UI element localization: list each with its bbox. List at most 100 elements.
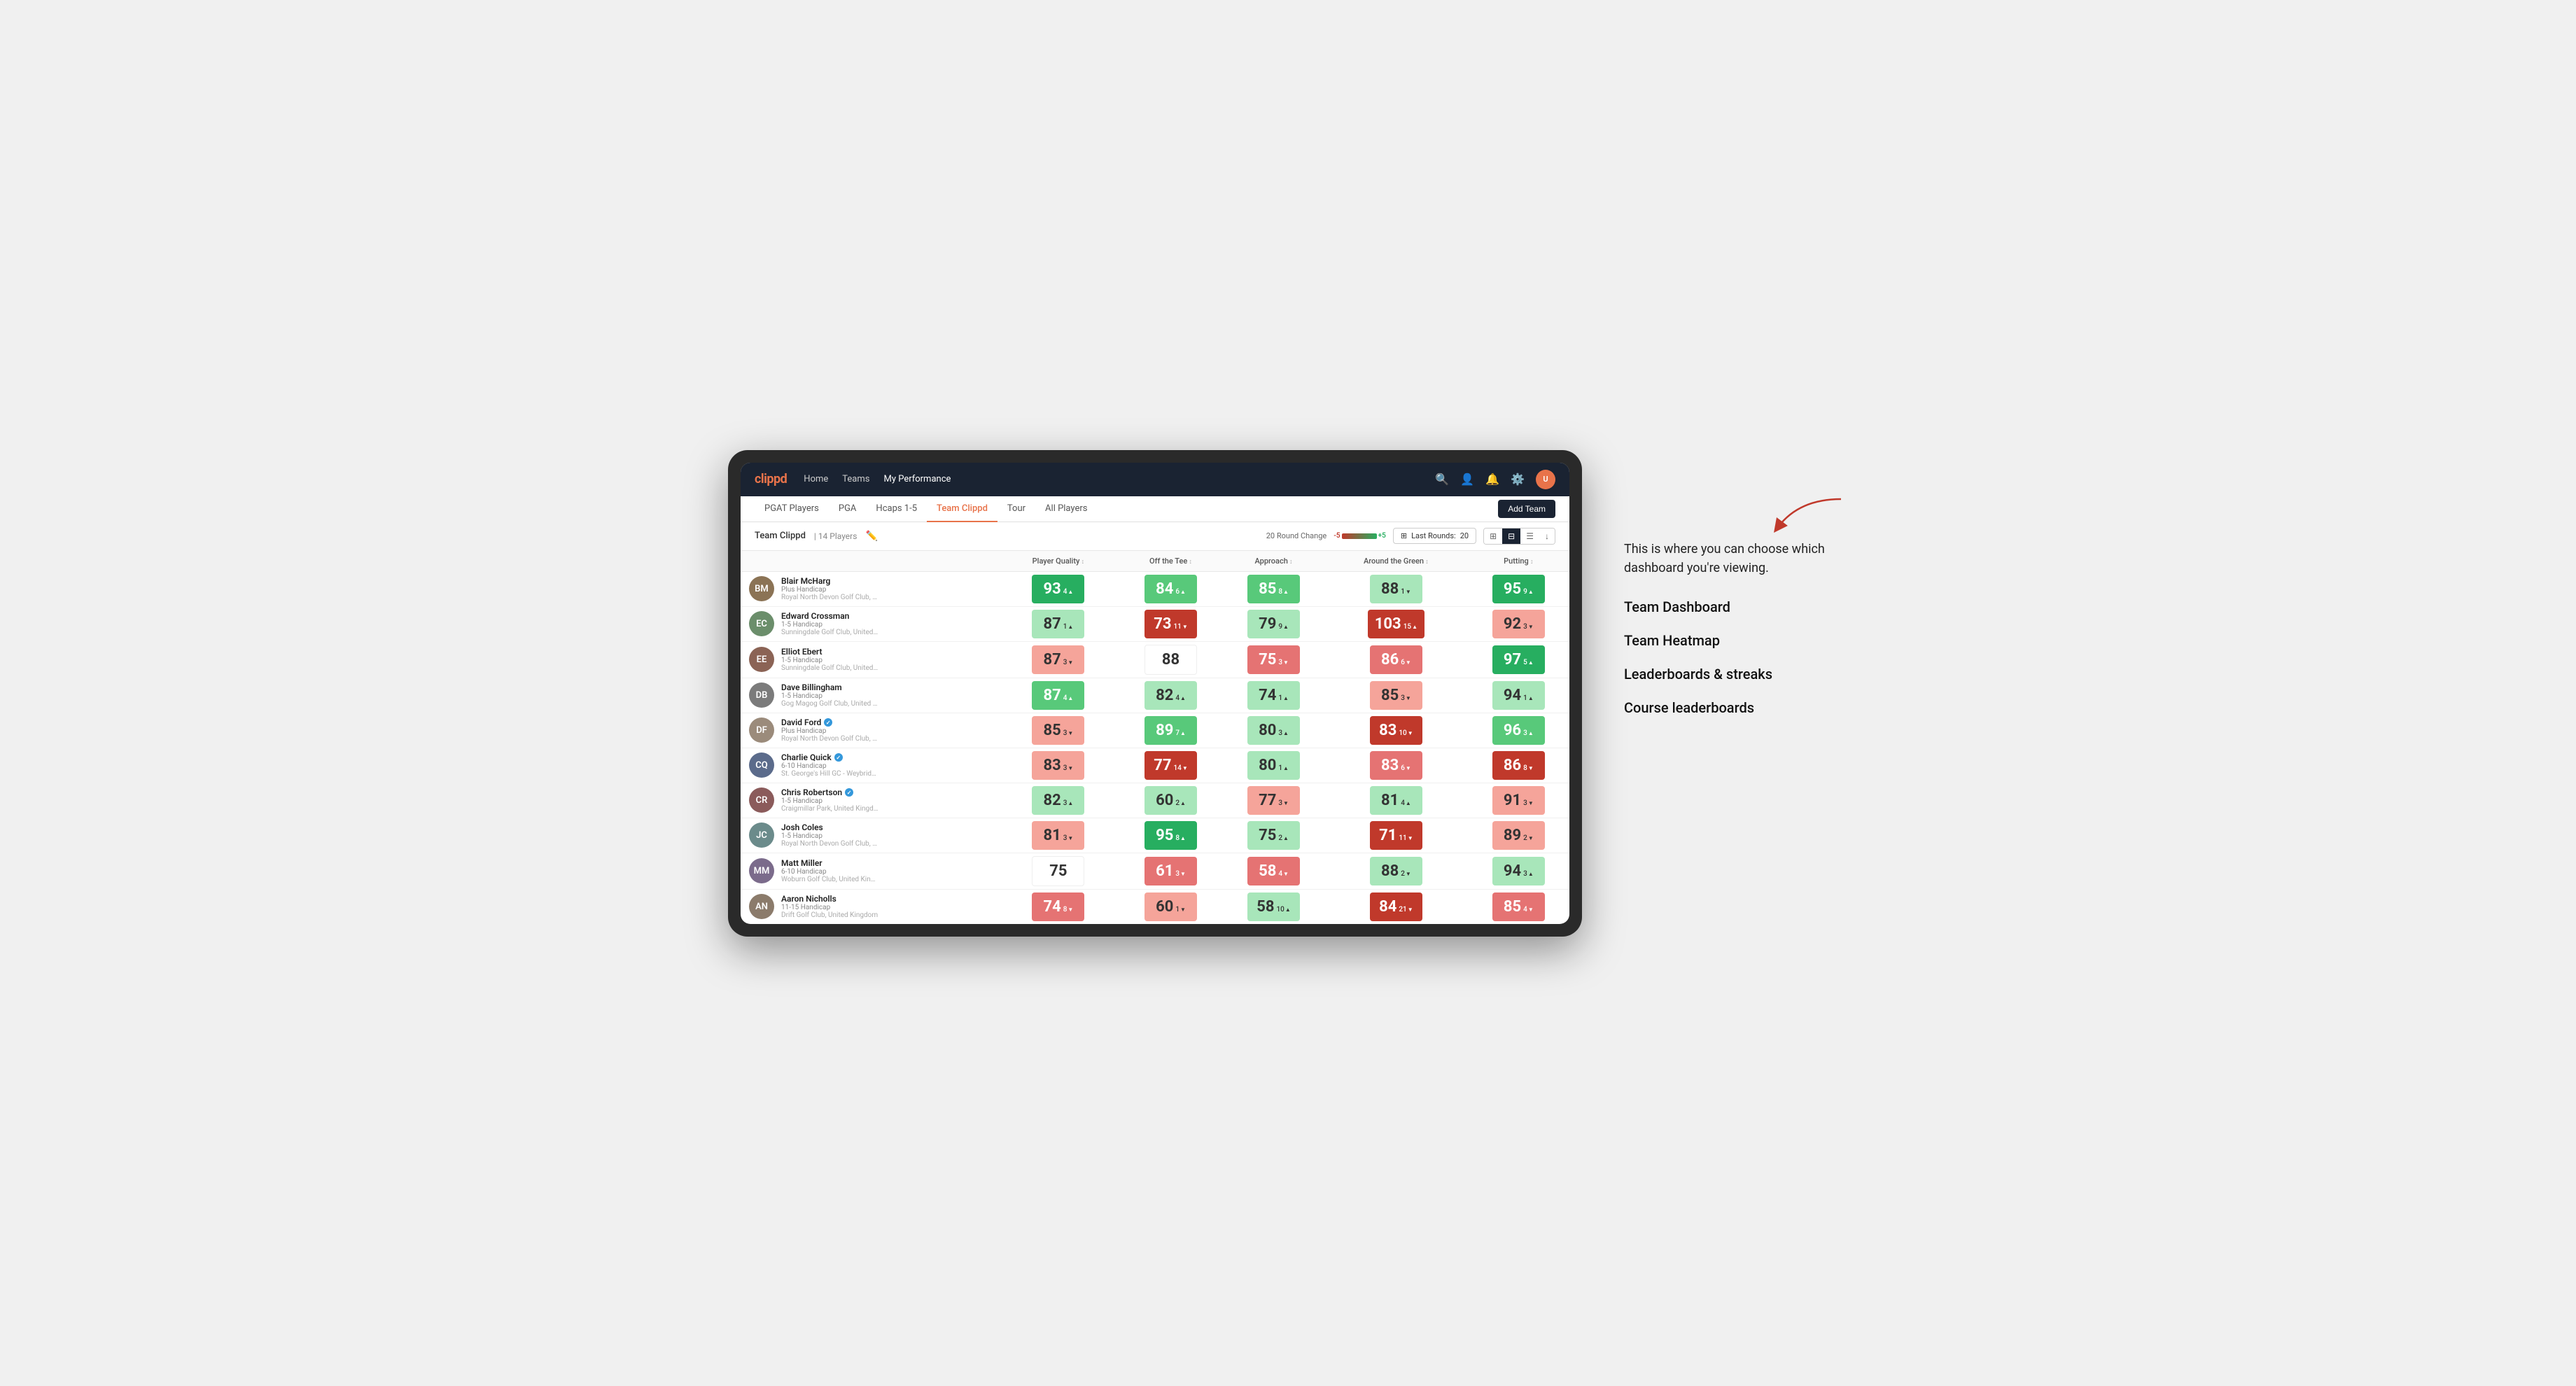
score-cell: 858 <box>1223 571 1324 606</box>
settings-icon[interactable]: ⚙️ <box>1511 472 1525 486</box>
col-header-approach[interactable]: Approach <box>1223 551 1324 572</box>
score-main-value: 80 <box>1259 722 1276 739</box>
table-row: MMMatt Miller6-10 HandicapWoburn Golf Cl… <box>741 853 1569 889</box>
score-main-value: 58 <box>1259 862 1276 880</box>
score-box: 975 <box>1492 645 1545 674</box>
table-row: EEElliot Ebert1-5 HandicapSunningdale Go… <box>741 641 1569 678</box>
arrow-down-icon <box>1283 659 1289 666</box>
sub-nav-hcaps[interactable]: Hcaps 1-5 <box>866 496 927 522</box>
score-main-value: 86 <box>1381 651 1399 668</box>
player-cell[interactable]: DFDavid Ford✓Plus HandicapRoyal North De… <box>741 713 998 748</box>
table-row: DBDave Billingham1-5 HandicapGog Magog G… <box>741 678 1569 713</box>
player-cell[interactable]: EEElliot Ebert1-5 HandicapSunningdale Go… <box>741 641 998 678</box>
score-box: 613 <box>1144 857 1197 886</box>
sub-nav-pga[interactable]: PGA <box>829 496 867 522</box>
add-team-button[interactable]: Add Team <box>1498 500 1555 518</box>
view-btn-grid[interactable]: ⊞ <box>1484 528 1502 544</box>
player-cell[interactable]: JCJosh Coles1-5 HandicapRoyal North Devo… <box>741 818 998 853</box>
score-box: 958 <box>1144 821 1197 850</box>
score-cell: 748 <box>998 889 1119 924</box>
score-box: 803 <box>1247 716 1300 745</box>
view-btn-download[interactable]: ↓ <box>1539 528 1555 544</box>
player-cell[interactable]: MMMatt Miller6-10 HandicapWoburn Golf Cl… <box>741 853 998 889</box>
score-change: 4 <box>1175 694 1186 702</box>
score-box: 752 <box>1247 821 1300 850</box>
arrow-up-icon <box>1285 906 1291 913</box>
arrow-down-icon <box>1068 834 1073 842</box>
team-name: Team Clippd <box>755 531 806 541</box>
score-change: 8 <box>1523 764 1534 772</box>
score-box: 584 <box>1247 857 1300 886</box>
nav-logo[interactable]: clippd <box>755 472 787 486</box>
sub-nav-team-clippd[interactable]: Team Clippd <box>927 496 997 522</box>
player-cell[interactable]: ECEdward Crossman1-5 HandicapSunningdale… <box>741 606 998 641</box>
player-cell[interactable]: DBDave Billingham1-5 HandicapGog Magog G… <box>741 678 998 713</box>
annotation-panel: This is where you can choose which dashb… <box>1624 450 1848 733</box>
score-cell: 823 <box>998 783 1119 818</box>
bell-icon[interactable]: 🔔 <box>1485 472 1499 486</box>
col-header-putting[interactable]: Putting <box>1468 551 1569 572</box>
annotation-item-course: Course leaderboards <box>1624 699 1848 716</box>
sub-nav-pgat[interactable]: PGAT Players <box>755 496 829 522</box>
score-main-value: 58 <box>1256 898 1274 916</box>
nav-item-teams[interactable]: Teams <box>842 471 869 487</box>
verified-icon: ✓ <box>824 718 832 727</box>
person-icon[interactable]: 👤 <box>1460 472 1474 486</box>
score-main-value: 77 <box>1154 757 1171 774</box>
score-box: 773 <box>1247 786 1300 815</box>
sub-nav-tour[interactable]: Tour <box>997 496 1035 522</box>
avatar[interactable]: U <box>1536 470 1555 489</box>
arrow-up-icon <box>1068 799 1073 807</box>
player-cell[interactable]: CRChris Robertson✓1-5 HandicapCraigmilla… <box>741 783 998 818</box>
last-rounds-button[interactable]: ⊞ Last Rounds: 20 <box>1393 528 1476 544</box>
arrow-up-icon <box>1180 588 1186 596</box>
col-header-player-quality[interactable]: Player Quality <box>998 551 1119 572</box>
team-header: Team Clippd | 14 Players ✏️ 20 Round Cha… <box>741 522 1569 551</box>
search-icon[interactable]: 🔍 <box>1435 472 1449 486</box>
player-club: Royal North Devon Golf Club, United King… <box>781 735 879 743</box>
score-change: 1 <box>1523 694 1534 702</box>
score-cell: 8421 <box>1324 889 1467 924</box>
table-row: DFDavid Ford✓Plus HandicapRoyal North De… <box>741 713 1569 748</box>
score-cell: 7311 <box>1119 606 1223 641</box>
player-handicap: 1-5 Handicap <box>781 832 990 840</box>
score-change: 3 <box>1401 694 1411 702</box>
player-name: Elliot Ebert <box>781 647 990 657</box>
nav-item-performance[interactable]: My Performance <box>883 471 951 487</box>
player-handicap: 1-5 Handicap <box>781 621 990 629</box>
score-main-value: 75 <box>1259 651 1276 668</box>
player-handicap: 6-10 Handicap <box>781 868 990 876</box>
col-header-off-tee[interactable]: Off the Tee <box>1119 551 1223 572</box>
score-box: 866 <box>1370 645 1422 674</box>
col-header-around-green[interactable]: Around the Green <box>1324 551 1467 572</box>
player-cell[interactable]: BMBlair McHargPlus HandicapRoyal North D… <box>741 571 998 606</box>
score-cell: 874 <box>998 678 1119 713</box>
view-btn-list[interactable]: ☰ <box>1520 528 1539 544</box>
score-change: 6 <box>1401 659 1411 666</box>
view-btn-heat[interactable]: ⊟ <box>1502 528 1520 544</box>
score-box: 88 <box>1144 645 1197 675</box>
edit-icon[interactable]: ✏️ <box>865 531 877 542</box>
score-box: 75 <box>1032 856 1084 886</box>
score-box: 833 <box>1032 751 1084 780</box>
arrow-down-icon <box>1408 729 1413 737</box>
player-cell[interactable]: ANAaron Nicholls11-15 HandicapDrift Golf… <box>741 889 998 924</box>
score-change: 3 <box>1063 659 1074 666</box>
arrow-down-icon <box>1528 623 1534 631</box>
score-main-value: 84 <box>1156 580 1173 598</box>
score-cell: 897 <box>1119 713 1223 748</box>
player-handicap: Plus Handicap <box>781 727 990 735</box>
player-avatar: JC <box>749 822 774 848</box>
score-box: 853 <box>1032 716 1084 745</box>
player-name: Blair McHarg <box>781 576 990 586</box>
score-change: 2 <box>1401 870 1411 878</box>
nav-item-home[interactable]: Home <box>804 471 828 487</box>
score-change: 6 <box>1401 764 1411 772</box>
score-main-value: 81 <box>1043 827 1060 844</box>
sub-nav-all-players[interactable]: All Players <box>1035 496 1097 522</box>
player-club: Royal North Devon Golf Club, United King… <box>781 840 879 848</box>
score-box: 874 <box>1032 681 1084 710</box>
score-change: 4 <box>1401 799 1411 807</box>
player-cell[interactable]: CQCharlie Quick✓6-10 HandicapSt. George'… <box>741 748 998 783</box>
score-change: 1 <box>1063 623 1074 631</box>
